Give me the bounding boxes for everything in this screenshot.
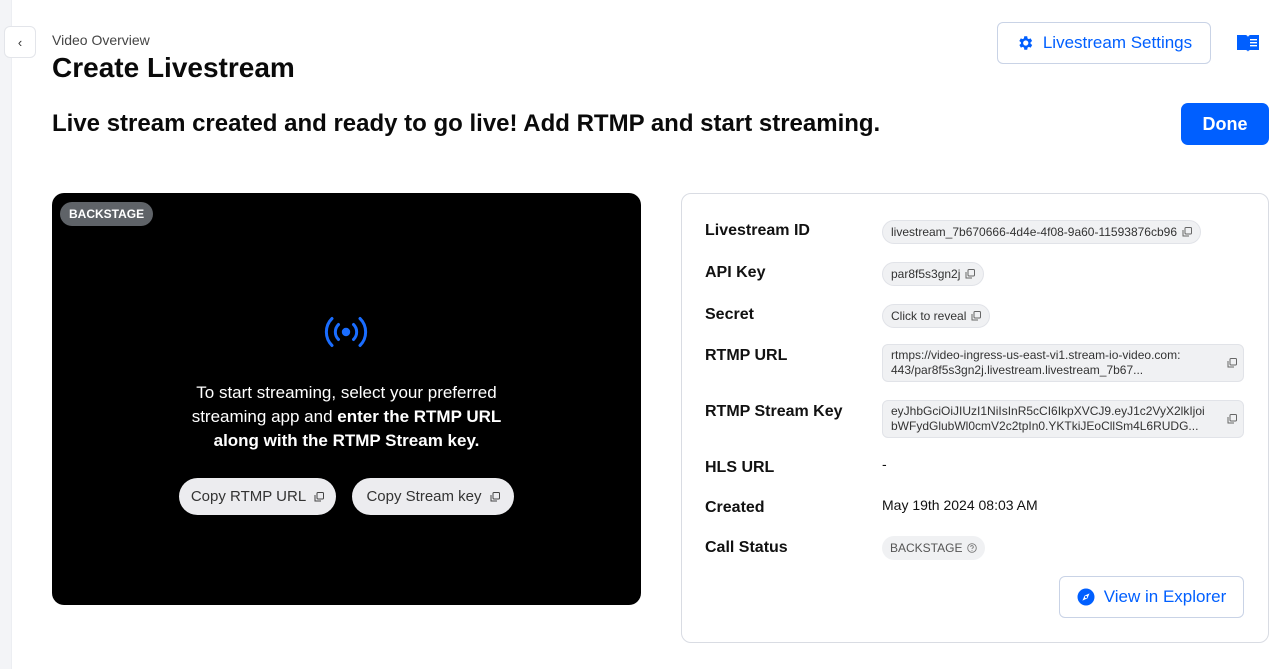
call-status-badge: BACKSTAGE (882, 536, 986, 560)
livestream-settings-label: Livestream Settings (1042, 33, 1193, 52)
breadcrumb[interactable]: Video Overview (52, 32, 150, 48)
view-in-explorer-label: View in Explorer (1103, 587, 1227, 606)
view-in-explorer-button[interactable]: View in Explorer (1059, 576, 1244, 618)
rtmp-url-line1: rtmps://video-ingress-us-east-vi1.stream… (891, 348, 1181, 362)
api-key-value: par8f5s3gn2j (891, 267, 961, 281)
api-key-label: API Key (705, 264, 766, 281)
created-label: Created (705, 499, 765, 516)
hls-url-value: - (882, 456, 887, 472)
stream-preview: BACKSTAGE To start streaming, select you… (52, 193, 641, 605)
book-icon[interactable] (1236, 33, 1260, 53)
copy-icon (965, 269, 976, 279)
backstage-badge: BACKSTAGE (60, 202, 154, 226)
copy-icon (1227, 358, 1237, 368)
compass-icon (1077, 588, 1095, 606)
copy-stream-key-label: Copy Stream key (366, 488, 482, 505)
rtmp-stream-key-chip[interactable]: eyJhbGciOiJIUzI1NiIsInR5cCI6IkpXVCJ9.eyJ… (882, 400, 1244, 438)
copy-rtmp-url-button[interactable]: Copy RTMP URL (179, 478, 336, 515)
back-button[interactable]: ‹ (4, 26, 36, 58)
secret-label: Secret (705, 306, 754, 323)
copy-stream-key-button[interactable]: Copy Stream key (352, 478, 514, 515)
hls-url-label: HLS URL (705, 459, 775, 476)
copy-icon (1227, 414, 1237, 424)
call-status-value: BACKSTAGE (890, 541, 963, 555)
copy-rtmp-url-label: Copy RTMP URL (190, 488, 307, 505)
created-value: May 19th 2024 08:03 AM (882, 497, 1038, 513)
ready-heading: Live stream created and ready to go live… (52, 110, 881, 137)
livestream-id-label: Livestream ID (705, 222, 810, 239)
copy-icon (971, 311, 982, 321)
help-icon[interactable] (967, 543, 978, 553)
rtmp-stream-key-label: RTMP Stream Key (705, 403, 843, 420)
rtmp-url-chip[interactable]: rtmps://video-ingress-us-east-vi1.stream… (882, 344, 1244, 382)
done-button[interactable]: Done (1181, 103, 1269, 145)
secret-value: Click to reveal (891, 309, 967, 323)
chevron-left-icon: ‹ (17, 34, 23, 50)
livestream-settings-button[interactable]: Livestream Settings (997, 22, 1211, 64)
reveal-secret-chip[interactable]: Click to reveal (882, 304, 991, 328)
copy-icon (1182, 227, 1192, 237)
call-status-label: Call Status (705, 539, 788, 556)
rtmp-url-label: RTMP URL (705, 347, 788, 364)
livestream-details-card: Livestream ID livestream_7b670666-4d4e-4… (681, 193, 1269, 643)
rtmp-stream-key-line1: eyJhbGciOiJIUzI1NiIsInR5cCI6IkpXVCJ9.eyJ… (891, 404, 1205, 418)
broadcast-icon (324, 317, 368, 347)
streaming-instructions: To start streaming, select your preferre… (52, 381, 641, 453)
rtmp-stream-key-line2: bWFydGlubWl0cmV2c2tpIn0.YKTkiJEoCllSm4L6… (891, 419, 1199, 433)
page-title: Create Livestream (52, 52, 295, 83)
rtmp-url-line2: 443/par8f5s3gn2j.livestream.livestream_7… (891, 363, 1144, 377)
api-key-chip[interactable]: par8f5s3gn2j (882, 262, 985, 286)
left-rail (0, 0, 12, 669)
gear-icon (1019, 36, 1033, 50)
copy-icon (490, 491, 500, 501)
livestream-id-chip[interactable]: livestream_7b670666-4d4e-4f08-9a60-11593… (882, 220, 1201, 244)
copy-icon (314, 491, 325, 501)
livestream-id-value: livestream_7b670666-4d4e-4f08-9a60-11593… (891, 225, 1177, 239)
